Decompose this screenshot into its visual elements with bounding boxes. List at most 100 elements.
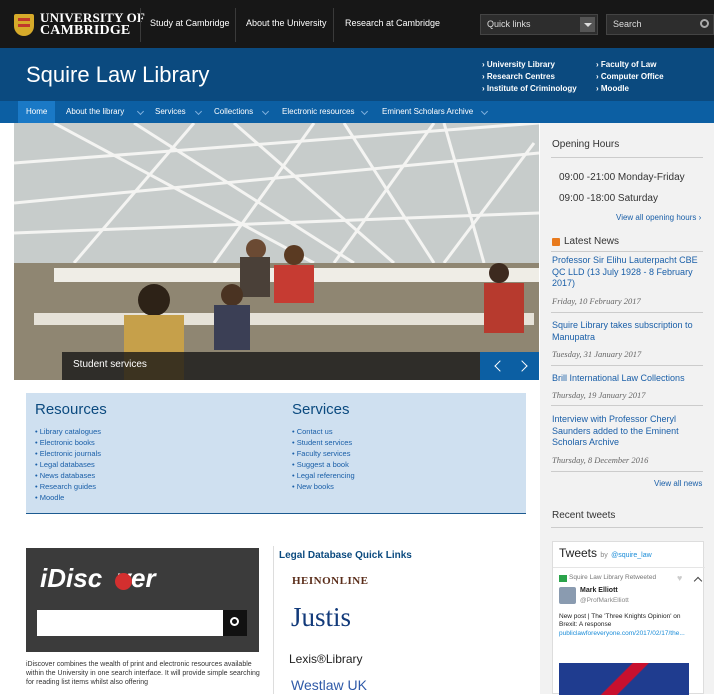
westlaw-uk-logo[interactable]: Westlaw UK	[291, 677, 367, 693]
recent-tweets-title: Recent tweets	[552, 510, 616, 521]
header-link-faculty-of-law[interactable]: Faculty of Law	[596, 59, 664, 71]
news-item-date: Thursday, 8 December 2016	[552, 455, 649, 465]
services-item[interactable]: Faculty services	[292, 448, 355, 459]
services-item[interactable]: Student services	[292, 437, 355, 448]
tweets-label: Tweets	[559, 546, 598, 560]
hero-image	[14, 123, 539, 380]
idiscover-description: iDiscover combines the wealth of print a…	[26, 661, 260, 686]
nav-about-library[interactable]: About the library	[66, 101, 124, 123]
tweet-image[interactable]	[559, 663, 689, 695]
idiscover-logo-rest: Disc ver	[47, 563, 156, 593]
cambridge-crest-icon[interactable]	[14, 14, 34, 36]
topnav-research[interactable]: Research at Cambridge	[345, 18, 440, 28]
search-icon[interactable]	[700, 19, 709, 28]
services-item[interactable]: New books	[292, 481, 355, 492]
news-item-title[interactable]: Interview with Professor Cheryl Saunders…	[552, 414, 704, 449]
divider	[551, 405, 703, 406]
university-logo-line2: CAMBRIDGE	[40, 23, 131, 38]
resources-item[interactable]: Library catalogues	[35, 426, 101, 437]
news-item-title[interactable]: Squire Library takes subscription to Man…	[552, 320, 704, 343]
search-input[interactable]: Search	[606, 14, 714, 35]
news-item-date: Tuesday, 31 January 2017	[552, 349, 642, 359]
tweets-by: by	[600, 552, 608, 559]
tweet-handle[interactable]: @ProfMarkElliott	[580, 597, 629, 604]
hero-slideshow[interactable]	[14, 123, 539, 380]
idiscover-search-button[interactable]	[223, 610, 247, 636]
resources-item[interactable]: Legal databases	[35, 459, 101, 470]
hours-saturday: 09:00 -18:00 Saturday	[559, 193, 658, 204]
slideshow-controls	[480, 352, 539, 380]
header-links-col2: Faculty of Law Computer Office Moodle	[596, 59, 664, 95]
topnav-study[interactable]: Study at Cambridge	[150, 18, 230, 28]
divider	[553, 567, 705, 568]
hero-caption[interactable]: Student services	[62, 352, 480, 380]
header-link-moodle[interactable]: Moodle	[596, 83, 664, 95]
services-list: Contact us Student services Faculty serv…	[292, 426, 355, 492]
chevron-up-icon[interactable]	[693, 576, 703, 586]
tweet-link[interactable]: publiclawforeveryone.com/2017/02/17/the.…	[559, 630, 694, 638]
tweet-text: New post | The 'Three Knights Opinion' o…	[559, 613, 681, 628]
search-icon	[230, 617, 239, 626]
divider	[551, 157, 703, 158]
nav-electronic-resources[interactable]: Electronic resources	[282, 101, 354, 123]
chevron-right-icon[interactable]	[516, 360, 528, 372]
divider	[551, 365, 703, 366]
nav-eminent-scholars[interactable]: Eminent Scholars Archive	[382, 101, 473, 123]
resources-item[interactable]: Moodle	[35, 492, 101, 503]
quick-links-label: Quick links	[487, 19, 531, 29]
chevron-down-icon[interactable]	[580, 17, 595, 32]
chevron-left-icon[interactable]	[494, 360, 506, 372]
twitter-widget[interactable]: Tweets by @squire_law Squire Law Library…	[552, 541, 705, 695]
divider	[140, 8, 141, 42]
header-link-computer-office[interactable]: Computer Office	[596, 71, 664, 83]
university-logo[interactable]: UNIVERSITY OF CAMBRIDGE	[40, 11, 145, 38]
news-item-date: Friday, 10 February 2017	[552, 296, 641, 306]
quick-links-select[interactable]: Quick links	[480, 14, 598, 35]
nav-home[interactable]: Home	[18, 101, 56, 123]
resources-list: Library catalogues Electronic books Elec…	[35, 426, 101, 503]
search-placeholder: Search	[613, 19, 642, 29]
news-item-date: Thursday, 19 January 2017	[552, 390, 646, 400]
resources-item[interactable]: News databases	[35, 470, 101, 481]
services-item[interactable]: Contact us	[292, 426, 355, 437]
header-link-research-centres[interactable]: Research Centres	[482, 71, 577, 83]
services-title: Services	[292, 401, 350, 418]
opening-hours-title: Opening Hours	[552, 139, 620, 150]
resources-title: Resources	[35, 401, 107, 418]
divider	[551, 527, 703, 528]
header-link-university-library[interactable]: University Library	[482, 59, 577, 71]
resources-item[interactable]: Research guides	[35, 481, 101, 492]
twitter-bird-icon: ♥	[677, 573, 683, 583]
resources-item[interactable]: Electronic books	[35, 437, 101, 448]
site-title[interactable]: Squire Law Library	[26, 62, 209, 88]
lexis-library-logo[interactable]: Lexis®Library	[289, 652, 363, 666]
retweeted-label: Squire Law Library Retweeted	[569, 574, 657, 581]
rss-icon[interactable]	[552, 238, 560, 246]
avatar[interactable]	[559, 587, 576, 604]
justis-logo[interactable]: Justis	[291, 602, 351, 633]
tweets-handle[interactable]: @squire_law	[611, 552, 652, 559]
resources-item[interactable]: Electronic journals	[35, 448, 101, 459]
news-item-title[interactable]: Professor Sir Elihu Lauterpacht CBE QC L…	[552, 255, 704, 290]
idiscover-logo[interactable]: iDisc ver	[40, 563, 156, 594]
services-item[interactable]: Suggest a book	[292, 459, 355, 470]
services-item[interactable]: Legal referencing	[292, 470, 355, 481]
idiscover-search-input[interactable]	[37, 610, 223, 636]
retweet-icon	[559, 575, 567, 582]
idiscover-logo-o-icon	[115, 573, 132, 590]
divider	[551, 312, 703, 313]
divider	[551, 471, 703, 472]
nav-collections[interactable]: Collections	[214, 101, 253, 123]
divider	[235, 8, 236, 42]
view-all-news-link[interactable]: View all news	[654, 478, 714, 490]
view-all-hours-link[interactable]: View all opening hours ›	[616, 212, 706, 224]
tweet-author[interactable]: Mark Elliott	[580, 587, 618, 594]
topnav-about[interactable]: About the University	[246, 18, 327, 28]
news-item-title[interactable]: Brill International Law Collections	[552, 373, 704, 385]
divider	[273, 546, 274, 694]
heinonline-logo[interactable]: HEINONLINE	[292, 575, 369, 587]
nav-services[interactable]: Services	[155, 101, 186, 123]
header-link-criminology[interactable]: Institute of Criminology	[482, 83, 577, 95]
legal-db-title: Legal Database Quick Links	[279, 550, 412, 561]
header-links-col1: University Library Research Centres Inst…	[482, 59, 577, 95]
